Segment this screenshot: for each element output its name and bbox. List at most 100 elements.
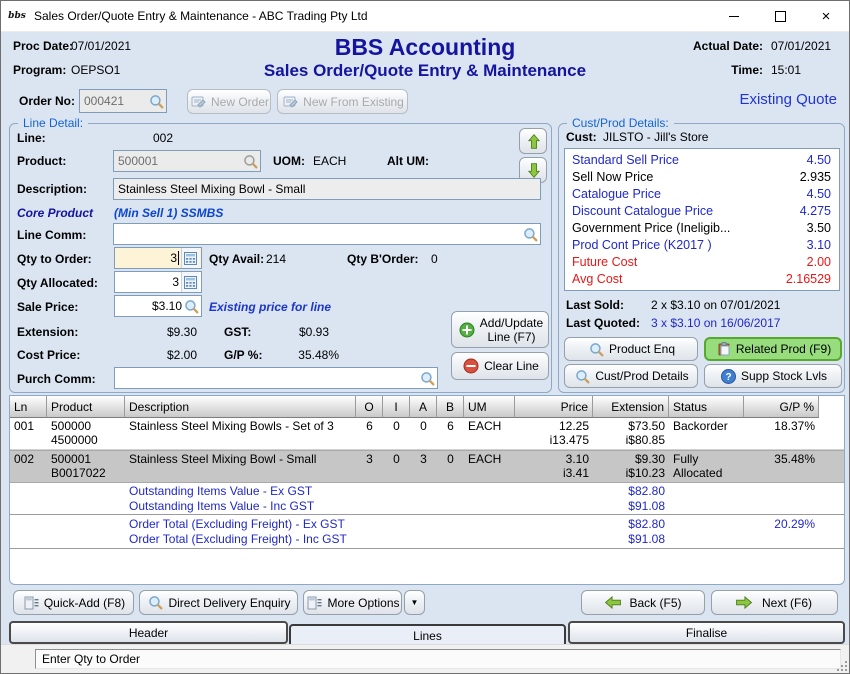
status-message: Enter Qty to Order: [42, 652, 140, 666]
maximize-icon: [775, 11, 786, 22]
alt-um-label: Alt UM:: [387, 154, 429, 168]
qty-allocated-label: Qty Allocated:: [17, 276, 98, 290]
help-icon: ?: [721, 369, 736, 384]
price-row: Catalogue Price4.50: [565, 185, 839, 202]
qty-allocated-input[interactable]: 3: [114, 271, 202, 293]
next-label: Next (F6): [758, 596, 816, 610]
status-bar: Enter Qty to Order: [1, 644, 849, 673]
order-line-row[interactable]: 001 5000004500000 Stainless Steel Mixing…: [10, 418, 844, 450]
extension-label: Extension:: [17, 325, 78, 339]
search-icon[interactable]: [243, 154, 258, 169]
up-arrow-icon: [528, 133, 540, 150]
cust-value: JILSTO - Jill's Store: [603, 130, 708, 144]
description-value: Stainless Steel Mixing Bowl - Small: [118, 182, 538, 196]
more-options-dropdown-button[interactable]: ▼: [404, 590, 425, 615]
cust-prod-details-button[interactable]: Cust/Prod Details: [564, 364, 698, 388]
remove-icon: [463, 358, 479, 374]
search-icon: [589, 342, 604, 357]
next-button[interactable]: Next (F6): [711, 590, 838, 615]
cust-prod-details-label: Cust/Prod Details: [595, 369, 688, 383]
extension-value: $9.30: [131, 325, 197, 339]
status-message-field: Enter Qty to Order: [35, 649, 841, 669]
form-list-icon: [307, 596, 322, 610]
time-label: Time:: [651, 63, 763, 77]
left-arrow-icon: [604, 596, 622, 609]
text-caret: [178, 251, 179, 265]
summary-group-outstanding: Outstanding Items Value - Ex GST $82.80 …: [10, 483, 844, 513]
qty-avail-label: Qty Avail:: [209, 252, 264, 266]
summary-group-order-total: Order Total (Excluding Freight) - Ex GST…: [10, 514, 844, 549]
tab-finalise[interactable]: Finalise: [568, 621, 845, 644]
resize-grip[interactable]: [838, 662, 847, 671]
summary-row: Order Total (Excluding Freight) - Inc GS…: [10, 531, 844, 546]
last-sold-value: 2 x $3.10 on 07/01/2021: [651, 298, 780, 312]
supp-stock-lvls-button[interactable]: ? Supp Stock Lvls: [704, 364, 842, 388]
new-document-icon: [283, 95, 298, 108]
sale-price-label: Sale Price:: [17, 300, 78, 314]
clipboard-icon: [717, 342, 731, 356]
new-from-existing-button[interactable]: New From Existing: [277, 89, 408, 114]
tab-header[interactable]: Header: [9, 621, 288, 644]
sale-price-input[interactable]: $3.10: [114, 295, 202, 317]
actual-date-value: 07/01/2021: [771, 39, 831, 53]
product-enq-button[interactable]: Product Enq: [564, 337, 698, 361]
related-prod-button[interactable]: Related Prod (F9): [704, 337, 842, 361]
col-header-um: UM: [464, 396, 515, 418]
col-header-price: Price: [515, 396, 593, 418]
add-update-line-button[interactable]: Add/Update Line (F7): [451, 311, 549, 348]
price-row: Government Price (Ineligib...3.50: [565, 220, 839, 237]
calculator-icon[interactable]: [181, 248, 199, 268]
product-enq-label: Product Enq: [609, 342, 675, 356]
gp-value: 35.48%: [281, 348, 339, 362]
tab-lines-label: Lines: [413, 629, 442, 643]
back-label: Back (F5): [627, 596, 685, 610]
time-value: 15:01: [771, 63, 801, 77]
sale-price-value: $3.10: [119, 299, 182, 313]
new-order-button[interactable]: New Order: [187, 89, 271, 114]
description-input[interactable]: Stainless Steel Mixing Bowl - Small: [113, 178, 541, 200]
minimize-button[interactable]: [711, 1, 757, 31]
col-header-a: A: [410, 396, 437, 418]
col-header-i: I: [383, 396, 410, 418]
col-header-gp: G/P %: [744, 396, 819, 418]
calculator-icon[interactable]: [181, 272, 199, 292]
back-button[interactable]: Back (F5): [581, 590, 705, 615]
order-line-row-selected[interactable]: 002 500001B0017022 Stainless Steel Mixin…: [10, 450, 844, 483]
search-icon[interactable]: [149, 94, 164, 109]
svg-text:?: ?: [725, 372, 731, 383]
direct-delivery-enquiry-button[interactable]: Direct Delivery Enquiry: [139, 590, 298, 615]
app-logo-icon: bbs: [8, 8, 26, 24]
price-listbox[interactable]: Standard Sell Price4.50 Sell Now Price2.…: [564, 148, 840, 291]
col-header-status: Status: [669, 396, 744, 418]
quick-add-button[interactable]: Quick-Add (F8): [13, 590, 134, 615]
gst-label: GST:: [224, 325, 251, 339]
purch-comm-input[interactable]: [114, 367, 438, 389]
cust-label: Cust:: [566, 130, 597, 144]
search-icon[interactable]: [184, 299, 199, 314]
line-no-value: 002: [153, 131, 173, 145]
new-from-existing-label: New From Existing: [303, 95, 404, 109]
qty-avail-value: 214: [266, 252, 286, 266]
order-no-input[interactable]: 000421: [79, 89, 167, 113]
price-row: Discount Catalogue Price4.275: [565, 202, 839, 219]
search-icon: [575, 369, 590, 384]
product-input[interactable]: 500001: [113, 150, 261, 172]
right-arrow-icon: [735, 596, 753, 609]
more-options-button[interactable]: More Options: [303, 590, 402, 615]
move-line-up-button[interactable]: [519, 128, 547, 154]
search-icon: [148, 595, 163, 610]
last-sold-label: Last Sold:: [566, 298, 624, 312]
qty-to-order-input[interactable]: 3: [114, 247, 202, 269]
last-quoted-value: 3 x $3.10 on 16/06/2017: [651, 316, 780, 330]
add-update-line-label: Add/Update Line (F7): [480, 316, 544, 344]
clear-line-button[interactable]: Clear Line: [451, 352, 549, 380]
close-button[interactable]: ×: [803, 1, 849, 31]
maximize-button[interactable]: [757, 1, 803, 31]
direct-delivery-enquiry-label: Direct Delivery Enquiry: [168, 596, 290, 610]
search-icon[interactable]: [523, 227, 538, 242]
add-icon: [459, 322, 475, 338]
min-sell-note: (Min Sell 1) SSMBS: [114, 206, 223, 220]
line-comm-input[interactable]: [113, 223, 541, 245]
line-label: Line:: [17, 131, 46, 145]
search-icon[interactable]: [420, 371, 435, 386]
